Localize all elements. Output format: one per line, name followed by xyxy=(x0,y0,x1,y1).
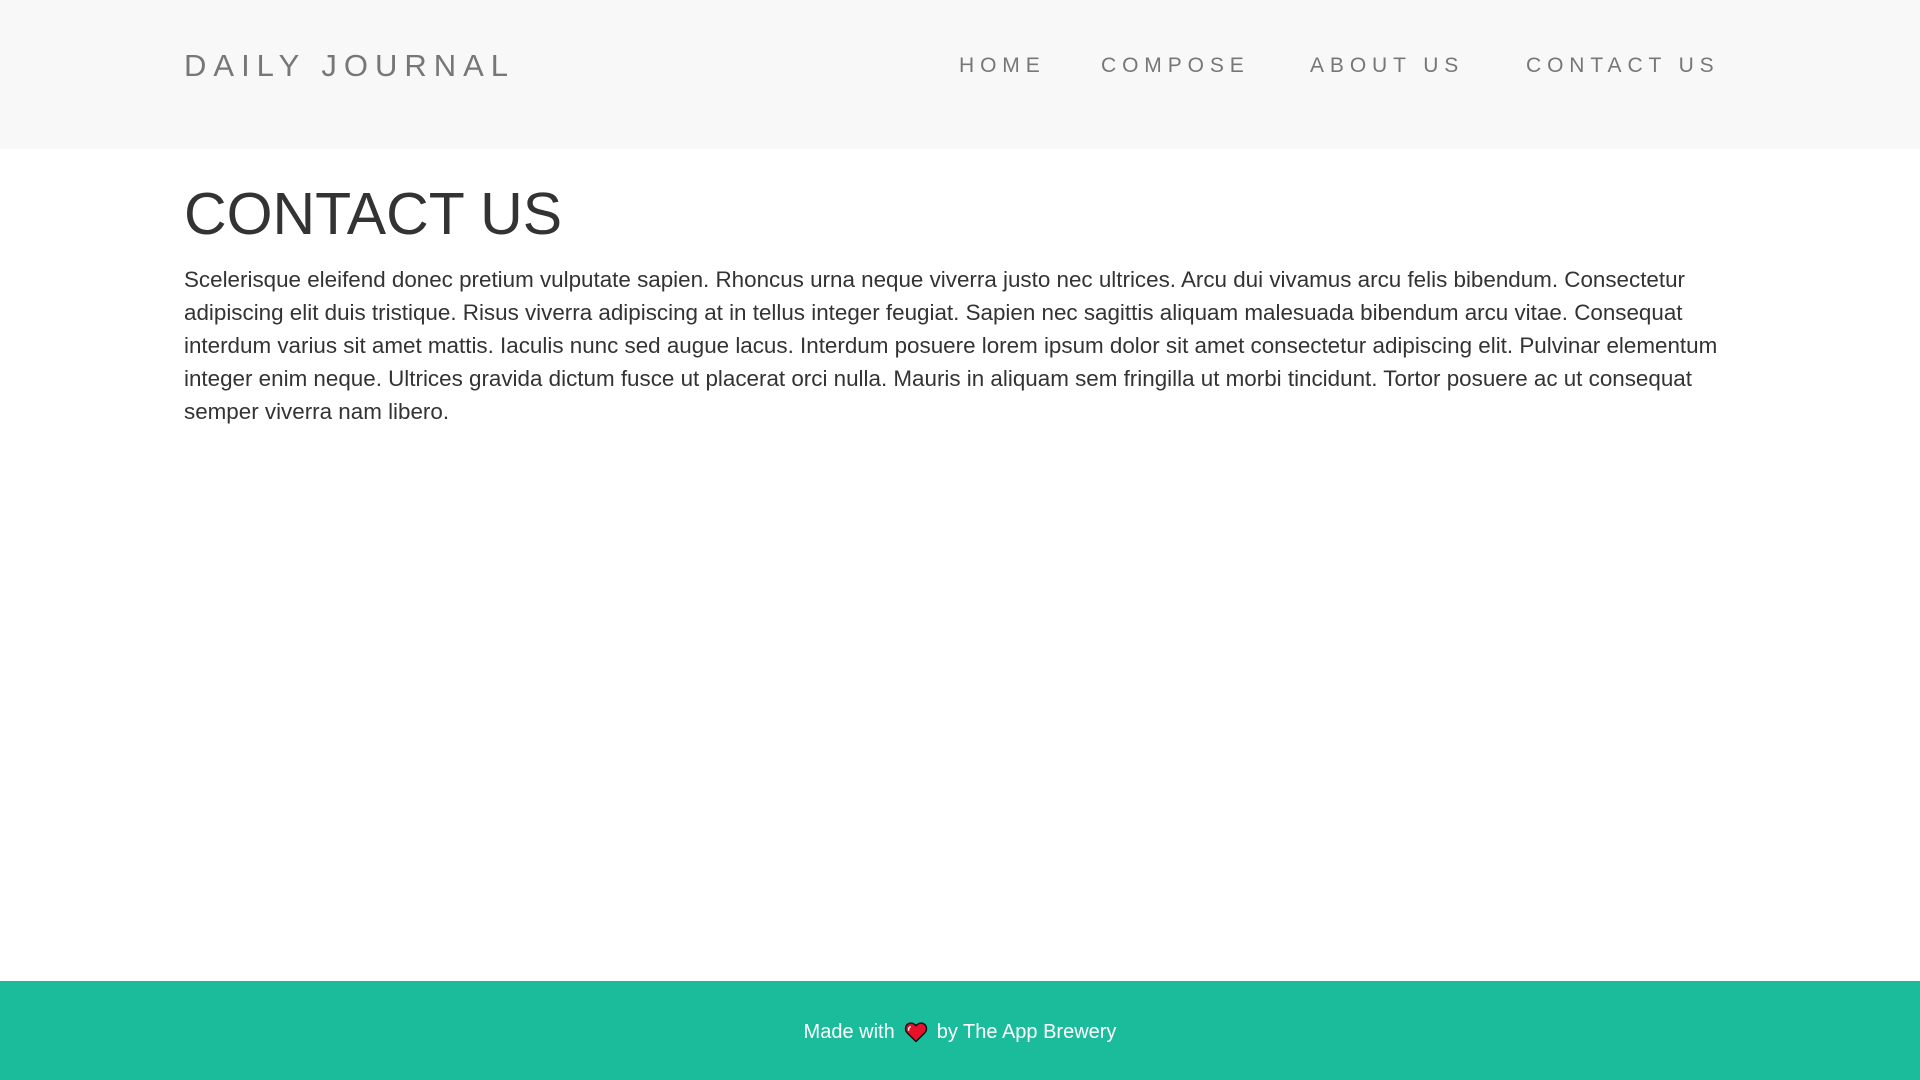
heart-icon xyxy=(904,1021,928,1043)
page-body-text: Scelerisque eleifend donec pretium vulpu… xyxy=(184,267,1718,424)
top-navbar: DAILY JOURNAL HOME COMPOSE ABOUT US CONT… xyxy=(0,0,1920,149)
nav-home-link[interactable]: HOME xyxy=(959,54,1046,78)
footer-suffix-text: by The App Brewery xyxy=(936,1020,1117,1043)
page-title: CONTACT US xyxy=(184,181,563,247)
site-footer: Made with by The App Brewery xyxy=(0,981,1920,1080)
nav-contact-us-link[interactable]: CONTACT US xyxy=(1526,54,1720,78)
footer-credit: Made with by The App Brewery xyxy=(804,1020,1117,1044)
main-navigation: HOME COMPOSE ABOUT US CONTACT US xyxy=(940,0,1740,149)
footer-prefix-text: Made with xyxy=(803,1020,895,1043)
nav-compose-link[interactable]: COMPOSE xyxy=(1101,54,1250,78)
brand-link[interactable]: DAILY JOURNAL xyxy=(184,46,515,86)
page: DAILY JOURNAL HOME COMPOSE ABOUT US CONT… xyxy=(0,0,1920,1080)
nav-about-us-link[interactable]: ABOUT US xyxy=(1310,54,1464,78)
